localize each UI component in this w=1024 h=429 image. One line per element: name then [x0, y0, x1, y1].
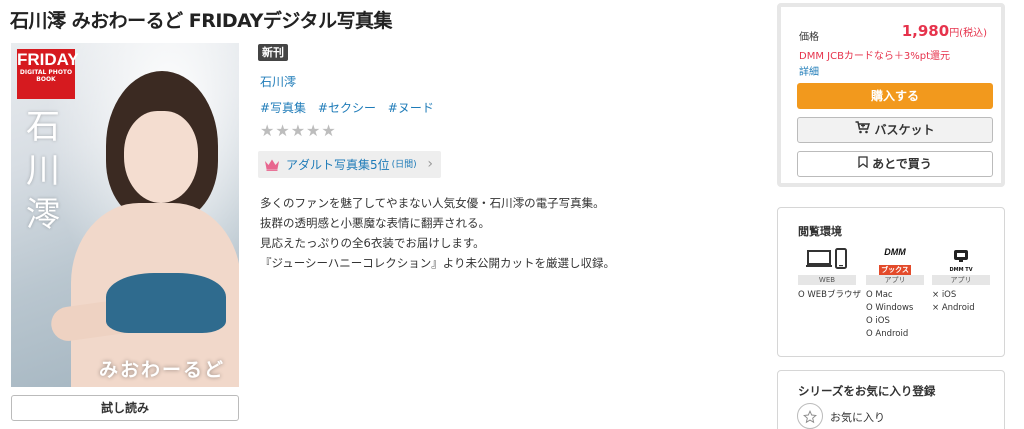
env-dmm-books: DMM ブックス アプリ O Mac O Windows O iOS O And… — [866, 248, 924, 341]
logo-sub-text: DIGITAL PHOTO BOOK — [19, 69, 73, 83]
star-icon: ★ — [290, 121, 307, 140]
support-item: × Android — [932, 303, 975, 313]
logo-main-text: FRIDAY — [17, 50, 79, 69]
viewing-environment-panel: 閲覧環境 WEB O WEBブラウザ DMM ブックス アプリ O Mac O … — [777, 207, 1005, 357]
author-link[interactable]: 石川澪 — [260, 73, 296, 90]
buy-later-label: あとで買う — [872, 157, 932, 171]
support-item: × iOS — [932, 290, 957, 300]
description-line: 見応えたっぷりの全6衣装でお届けします。 — [260, 236, 485, 250]
description-line: 『ジューシーハニーコレクション』より未公開カットを厳選し収録。 — [260, 256, 616, 270]
basket-label: バスケット — [874, 123, 935, 137]
price-amount: 1,980 — [901, 22, 950, 40]
star-outline-icon — [803, 409, 817, 423]
environment-title: 閲覧環境 — [798, 225, 842, 238]
support-item: O Mac — [866, 290, 893, 300]
detail-link[interactable]: 詳細 — [799, 63, 819, 78]
support-item: O WEBブラウザ — [798, 290, 861, 300]
cover-vertical-name: 石川澪 — [26, 107, 60, 235]
cover-model-swimwear — [106, 273, 226, 333]
description-line: 抜群の透明感と小悪魔な表情に翻弄される。 — [260, 216, 490, 230]
dmm-books-icon: DMM ブックス — [866, 247, 924, 275]
env-web: WEB O WEBブラウザ — [798, 248, 861, 302]
series-title: シリーズをお気に入り登録 — [798, 384, 936, 398]
crown-icon — [264, 152, 280, 179]
dmm-tv-logo-text: DMM TV — [949, 267, 973, 273]
price-label: 価格 — [799, 32, 819, 43]
ranking-text: アダルト写真集5位 — [286, 158, 390, 172]
price-unit: 円(税込) — [949, 28, 987, 39]
favorite-label[interactable]: お気に入り — [830, 409, 885, 425]
friday-logo: FRIDAY DIGITAL PHOTO BOOK — [17, 49, 79, 99]
tag-link[interactable]: #セクシー — [318, 101, 376, 115]
tag-link[interactable]: #ヌード — [388, 101, 434, 115]
bookmark-icon — [858, 152, 868, 176]
purchase-panel: 価格 1,980円(税込) DMM JCBカードなら＋3%pt還元 詳細 購入す… — [777, 3, 1005, 187]
cart-icon — [855, 118, 871, 142]
platform-tag: アプリ — [866, 275, 924, 285]
books-logo-text: ブックス — [879, 265, 911, 275]
buy-later-button[interactable]: あとで買う — [797, 151, 993, 177]
star-icon: ★ — [321, 121, 337, 140]
tag-link[interactable]: #写真集 — [260, 101, 306, 115]
cover-subtitle: みおわーるど — [99, 359, 226, 381]
dmm-logo-text: DMM — [884, 247, 906, 257]
description-line: 多くのファンを魅了してやまない人気女優・石川澪の電子写真集。 — [260, 196, 605, 210]
series-favorite-panel: シリーズをお気に入り登録 お気に入り — [777, 370, 1005, 429]
new-release-badge: 新刊 — [258, 44, 288, 61]
pc-phone-icon — [798, 248, 856, 272]
env-dmm-tv: DMM TV アプリ × iOS × Android — [932, 248, 990, 315]
star-icon: ★ — [306, 121, 322, 140]
rating-stars: ★★★★★ — [260, 121, 337, 140]
description: 多くのファンを魅了してやまない人気女優・石川澪の電子写真集。 抜群の透明感と小悪… — [260, 193, 615, 273]
support-item: O Windows — [866, 303, 914, 313]
ranking-link[interactable]: アダルト写真集5位 (日間) › — [258, 151, 441, 178]
support-item: O Android — [866, 329, 909, 339]
ranking-period: (日間) — [391, 160, 417, 170]
page-title: 石川澪 みおわーるど FRIDAYデジタル写真集 — [10, 10, 392, 32]
cover-image[interactable]: FRIDAY DIGITAL PHOTO BOOK 石川澪 みおわーるど — [11, 43, 239, 387]
platform-tag: WEB — [798, 275, 856, 285]
tag-list: #写真集 #セクシー #ヌード — [260, 99, 442, 116]
cover-model-face — [124, 111, 198, 203]
buy-button[interactable]: 購入する — [797, 83, 993, 109]
star-icon: ★ — [275, 121, 291, 140]
star-icon: ★ — [260, 121, 276, 140]
price-value: 1,980円(税込) — [902, 22, 987, 40]
trial-read-button[interactable]: 試し読み — [11, 395, 239, 421]
support-item: O iOS — [866, 316, 890, 326]
favorite-star-button[interactable] — [797, 403, 823, 429]
dmm-tv-icon: DMM TV — [932, 248, 990, 273]
add-to-basket-button[interactable]: バスケット — [797, 117, 993, 143]
campaign-text: DMM JCBカードなら＋3%pt還元 — [799, 51, 951, 62]
chevron-right-icon: › — [427, 156, 433, 172]
platform-tag: アプリ — [932, 275, 990, 285]
